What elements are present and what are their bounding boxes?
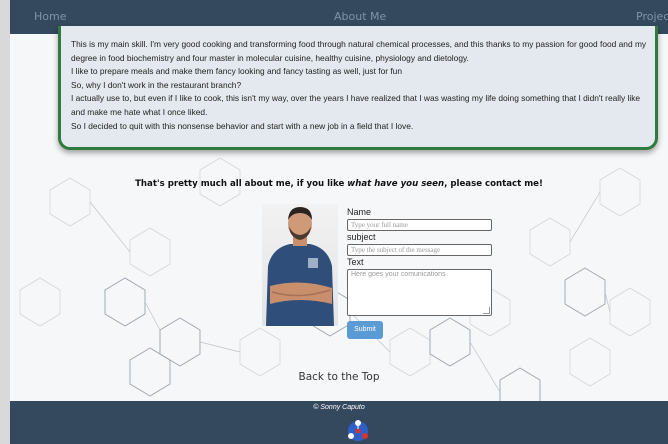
name-label: Name bbox=[347, 207, 372, 217]
about-paragraph: I like to prepare meals and make them fa… bbox=[71, 66, 402, 77]
nav-projects-link[interactable]: Projects bbox=[636, 10, 668, 23]
tagline-text: That's pretty much all about me, if you … bbox=[135, 179, 348, 189]
message-textarea[interactable]: Here goes your comunications bbox=[347, 269, 492, 316]
about-paragraph: I actually use to, but even if I like to… bbox=[71, 93, 641, 117]
resize-grip-icon[interactable] bbox=[483, 307, 490, 314]
subject-label: subject bbox=[347, 232, 376, 242]
nav-home-link[interactable]: Home bbox=[34, 10, 66, 23]
about-paragraph: This is my main skill. I'm very good coo… bbox=[71, 39, 647, 63]
about-card: This is my main skill. I'm very good coo… bbox=[58, 26, 658, 150]
profile-photo bbox=[262, 204, 338, 326]
contact-form: Name Type your full name subject Type th… bbox=[347, 207, 492, 339]
submit-button[interactable]: Submit bbox=[347, 321, 383, 339]
message-placeholder: Here goes your comunications bbox=[351, 271, 446, 278]
footer: © Sonny Caputo bbox=[10, 401, 668, 444]
about-paragraph: So I decided to quit with this nonsense … bbox=[71, 120, 414, 131]
tagline-text-end: , please contact me! bbox=[444, 179, 543, 189]
copyright-text: © Sonny Caputo bbox=[313, 404, 365, 411]
name-input[interactable]: Type your full name bbox=[347, 219, 492, 231]
subject-input[interactable]: Type the subject of the message bbox=[347, 244, 492, 256]
nav-about-link[interactable]: About Me bbox=[334, 10, 386, 23]
tagline-emphasis: what have you seen bbox=[347, 179, 445, 189]
logo-icon bbox=[348, 420, 368, 441]
contact-tagline: That's pretty much all about me, if you … bbox=[10, 179, 668, 189]
page: Home About Me Projects This is my main s… bbox=[10, 0, 668, 444]
text-label: Text bbox=[347, 257, 364, 267]
back-to-top-link[interactable]: Back to the Top bbox=[10, 371, 668, 383]
about-paragraph: So, why I don't work in the restaurant b… bbox=[71, 79, 242, 90]
